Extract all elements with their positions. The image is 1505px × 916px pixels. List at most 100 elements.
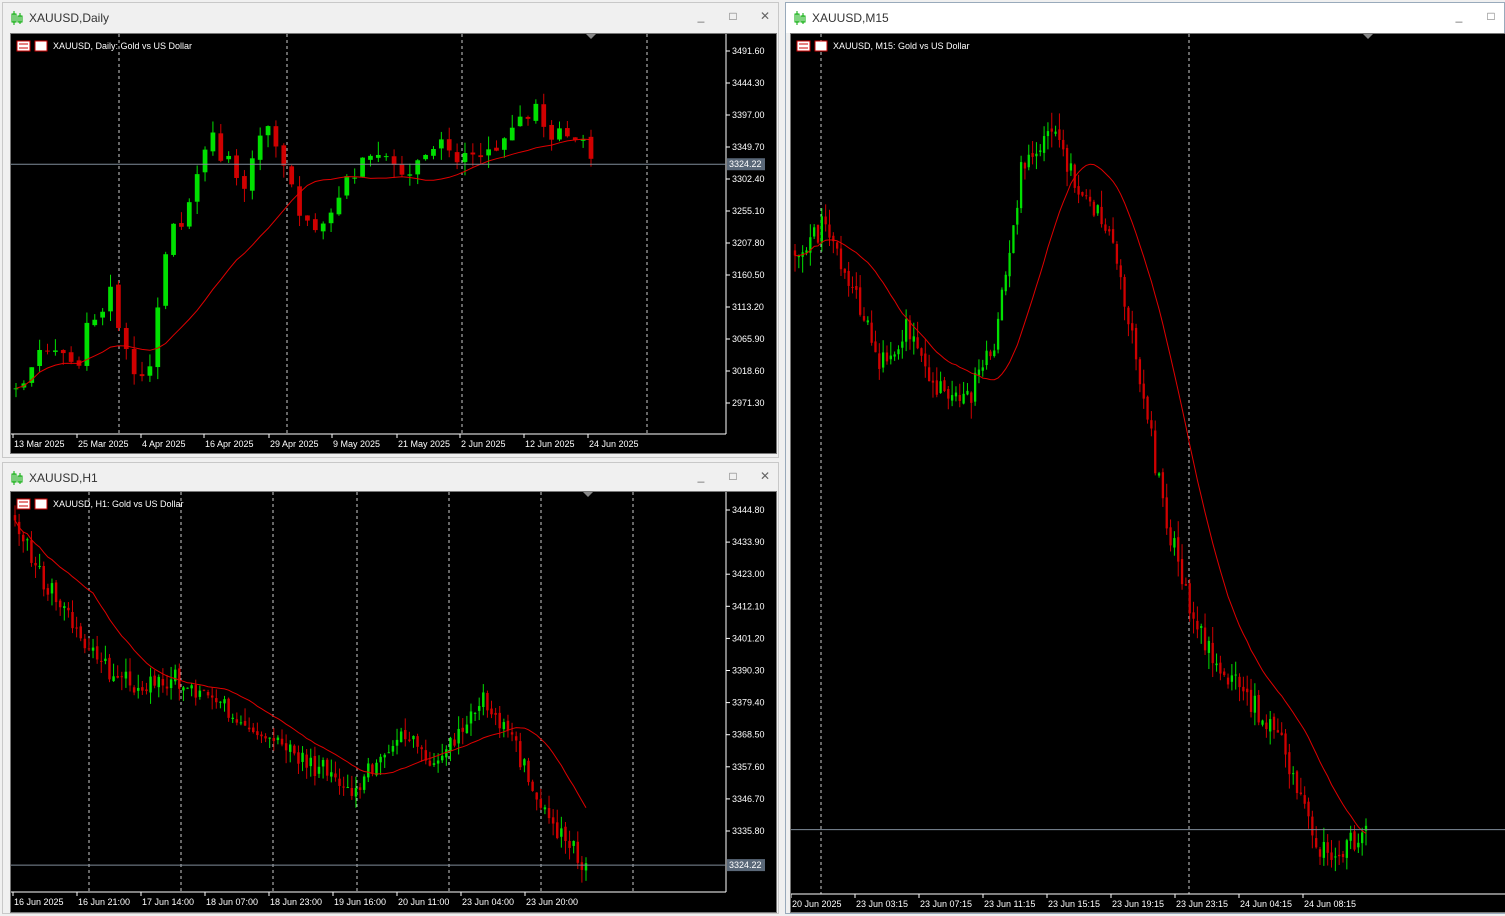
y-tick-label: 3444.80: [732, 505, 765, 515]
candle-body: [346, 787, 349, 789]
candle-body: [931, 380, 935, 383]
candle-body: [881, 352, 885, 368]
maximize-button[interactable]: □: [726, 469, 740, 483]
candle-body: [231, 717, 234, 719]
candle-body: [194, 685, 197, 698]
shift-marker-icon: [586, 34, 596, 39]
candle-body: [525, 116, 531, 119]
maximize-button[interactable]: □: [1484, 9, 1498, 23]
candle-body: [557, 128, 562, 140]
candle-body: [1173, 538, 1176, 548]
x-tick-label: 23 Jun 20:00: [526, 897, 578, 907]
candle-body: [100, 660, 103, 662]
candle-body: [519, 741, 522, 768]
candle-body: [539, 799, 543, 808]
candle-body: [108, 286, 113, 312]
candle-body: [1108, 229, 1111, 232]
candle-body: [576, 841, 580, 863]
candle-body: [371, 764, 374, 774]
candle-body: [989, 351, 992, 357]
candle-body: [46, 588, 50, 595]
candle-body: [527, 760, 530, 783]
x-tick-label: 17 Jun 14:00: [142, 897, 194, 907]
candle-body: [21, 534, 25, 542]
candle-body: [218, 133, 224, 161]
x-tick-label: 24 Jun 08:15: [1304, 899, 1356, 909]
candle-body: [1226, 677, 1230, 685]
candle-body: [157, 676, 161, 688]
h1-title-bar[interactable]: XAUUSD,H1 _ □ ✕: [3, 463, 778, 493]
candle-body: [1292, 773, 1295, 775]
m15-title-bar[interactable]: XAUUSD,M15 _ □: [786, 3, 1504, 33]
h1-chart-area[interactable]: 3444.80 3433.90 3423.00 3412.10 3401.20 3390.…: [10, 491, 777, 913]
candle-body: [42, 566, 45, 590]
candle-body: [234, 155, 239, 178]
candle-body: [465, 724, 469, 734]
candle-body: [1088, 196, 1092, 202]
candle-body: [149, 676, 152, 693]
y-tick-label: 3368.50: [732, 730, 765, 740]
close-button[interactable]: ✕: [758, 469, 772, 483]
candle-body: [820, 216, 823, 243]
candle-body: [1261, 720, 1264, 725]
candle-body: [227, 698, 230, 718]
y-tick-label: 3491.60: [732, 46, 765, 56]
close-button[interactable]: ✕: [758, 9, 772, 23]
candle-body: [124, 671, 128, 679]
candle-body: [1031, 153, 1034, 157]
daily-chart-area[interactable]: 3491.60 3444.30 3397.00 3349.70 3302.40 3255.…: [10, 33, 777, 454]
candle-body: [1050, 128, 1053, 132]
candle-body: [312, 219, 318, 231]
candle-body: [83, 638, 87, 649]
candle-body: [210, 695, 214, 698]
candle-body: [342, 786, 345, 788]
candle-body: [535, 792, 538, 800]
candle-body: [977, 369, 981, 376]
m15-chart-area[interactable]: 20 Jun 2025 23 Jun 03:15 23 Jun 07:15 23 Ju…: [790, 33, 1505, 913]
x-tick-label: 16 Jun 21:00: [78, 897, 130, 907]
candle-body: [305, 215, 310, 221]
us-flag-icon: [16, 40, 31, 52]
candle-body: [145, 689, 148, 692]
candle-body: [1150, 420, 1153, 429]
y-tick-label: 3423.00: [732, 569, 765, 579]
x-tick-label: 23 Jun 15:15: [1048, 899, 1100, 909]
chart-symbol-label: XAUUSD, H1: Gold vs US Dollar: [53, 499, 184, 509]
minimize-button[interactable]: _: [694, 9, 708, 23]
candle-body: [264, 736, 267, 739]
candle-body: [120, 676, 124, 678]
candle-body: [352, 177, 358, 179]
candle-body: [375, 762, 378, 776]
candle-body: [415, 160, 421, 175]
daily-chart-window[interactable]: XAUUSD,Daily _ □ ✕ 3491.60 3444.30 3397.00…: [2, 2, 779, 458]
h1-chart-window[interactable]: XAUUSD,H1 _ □ ✕ 3444.80 3433.90 3423.00 341…: [2, 462, 779, 914]
x-tick-label: 23 Jun 04:00: [462, 897, 514, 907]
candle-body: [338, 778, 341, 786]
candle-body: [260, 734, 263, 737]
candle-body: [996, 318, 1000, 350]
x-tick-label: 21 May 2025: [398, 439, 450, 449]
candle-body: [206, 692, 210, 696]
daily-title-bar[interactable]: XAUUSD,Daily _ □ ✕: [3, 3, 778, 33]
candle-body: [112, 676, 115, 682]
candle-body: [470, 152, 476, 155]
candle-body: [198, 690, 202, 697]
m15-chart-window[interactable]: XAUUSD,M15 _ □ 20 Jun 2025 23 Jun 03:15 23…: [785, 2, 1505, 914]
candle-body: [824, 216, 827, 225]
candle-body: [477, 706, 481, 711]
one-click-trading-icon: [34, 498, 48, 510]
candle-body: [288, 744, 292, 752]
candle-chart-icon: [11, 471, 23, 485]
candle-body: [194, 174, 200, 202]
maximize-button[interactable]: □: [726, 9, 740, 23]
candle-body: [223, 699, 226, 704]
candle-body: [190, 685, 193, 689]
candle-body: [293, 745, 296, 754]
minimize-button[interactable]: _: [1452, 9, 1466, 23]
moving-average-line: [15, 138, 592, 389]
candle-body: [309, 757, 313, 767]
minimize-button[interactable]: _: [694, 469, 708, 483]
y-tick-label: 3357.60: [732, 762, 765, 772]
candle-body: [866, 320, 869, 323]
x-tick-label: 25 Mar 2025: [78, 439, 129, 449]
